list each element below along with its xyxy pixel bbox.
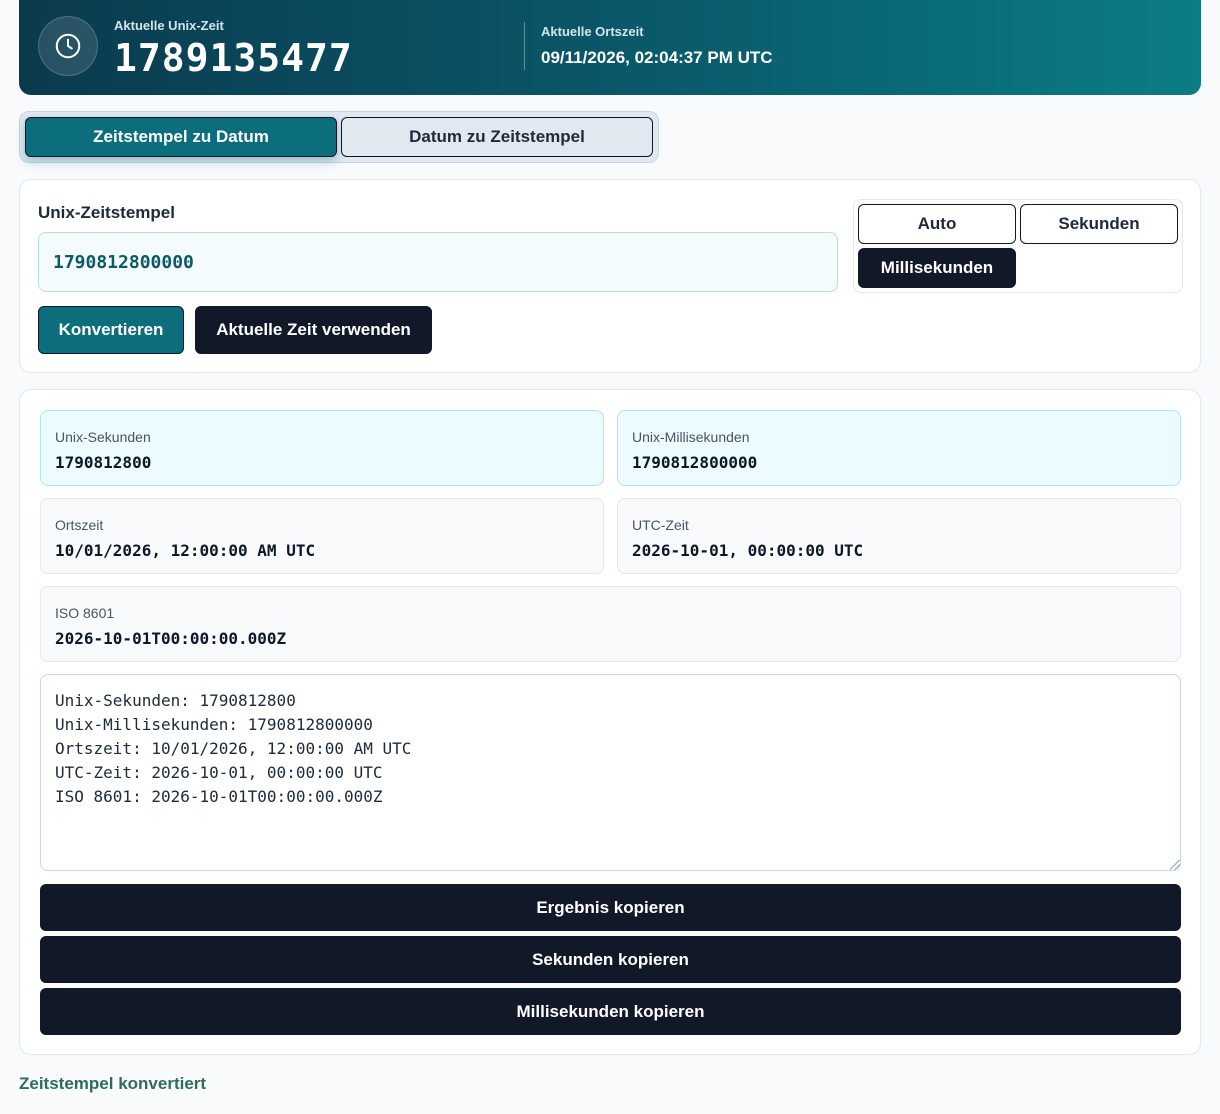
unit-auto-button[interactable]: Auto [858, 204, 1016, 244]
unit-seconds-button[interactable]: Sekunden [1020, 204, 1178, 244]
result-textarea[interactable]: Unix-Sekunden: 1790812800 Unix-Milliseku… [40, 674, 1181, 871]
tab-date-to-timestamp[interactable]: Datum zu Zeitstempel [341, 117, 653, 157]
convert-button[interactable]: Konvertieren [38, 306, 184, 354]
current-unix-value: 1789135477 [114, 36, 353, 80]
unix-seconds-value: 1790812800 [55, 453, 152, 472]
tab-timestamp-to-date[interactable]: Zeitstempel zu Datum [25, 117, 337, 157]
copy-seconds-button[interactable]: Sekunden kopieren [40, 936, 1181, 983]
unix-seconds-box: Unix-Sekunden 1790812800 [40, 410, 604, 486]
unix-millis-box: Unix-Millisekunden 1790812800000 [617, 410, 1181, 486]
local-time-box: Ortszeit 10/01/2026, 12:00:00 AM UTC [40, 498, 604, 574]
copy-millis-button[interactable]: Millisekunden kopieren [40, 988, 1181, 1035]
clock-icon [38, 16, 98, 76]
input-card: Unix-Zeitstempel Auto Sekunden Milliseku… [19, 179, 1201, 373]
timestamp-label: Unix-Zeitstempel [38, 203, 175, 222]
current-local-label: Aktuelle Ortszeit [541, 24, 644, 39]
local-time-label: Ortszeit [55, 517, 104, 533]
iso-value: 2026-10-01T00:00:00.000Z [55, 629, 287, 648]
status-message: Zeitstempel konvertiert [19, 1074, 207, 1093]
iso-box: ISO 8601 2026-10-01T00:00:00.000Z [40, 586, 1181, 662]
iso-label: ISO 8601 [55, 605, 115, 621]
unix-seconds-label: Unix-Sekunden [55, 429, 151, 445]
timestamp-input[interactable] [38, 232, 838, 292]
local-time-value: 10/01/2026, 12:00:00 AM UTC [55, 541, 316, 560]
utc-time-value: 2026-10-01, 00:00:00 UTC [632, 541, 864, 560]
header-divider [524, 22, 525, 70]
unit-selector: Auto Sekunden Millisekunden [853, 199, 1183, 293]
use-current-time-button[interactable]: Aktuelle Zeit verwenden [195, 306, 432, 354]
copy-result-button[interactable]: Ergebnis kopieren [40, 884, 1181, 931]
utc-time-label: UTC-Zeit [632, 517, 689, 533]
current-unix-label: Aktuelle Unix-Zeit [114, 18, 224, 33]
current-local-value: 09/11/2026, 02:04:37 PM UTC [541, 48, 773, 67]
header-banner: Aktuelle Unix-Zeit 1789135477 Aktuelle O… [19, 0, 1201, 95]
unix-millis-value: 1790812800000 [632, 453, 758, 472]
results-card: Unix-Sekunden 1790812800 Unix-Millisekun… [19, 389, 1201, 1055]
resize-grip-icon[interactable] [1170, 860, 1180, 870]
utc-time-box: UTC-Zeit 2026-10-01, 00:00:00 UTC [617, 498, 1181, 574]
unix-millis-label: Unix-Millisekunden [632, 429, 750, 445]
unit-milliseconds-button[interactable]: Millisekunden [858, 248, 1016, 288]
mode-tabs: Zeitstempel zu Datum Datum zu Zeitstempe… [19, 111, 659, 163]
